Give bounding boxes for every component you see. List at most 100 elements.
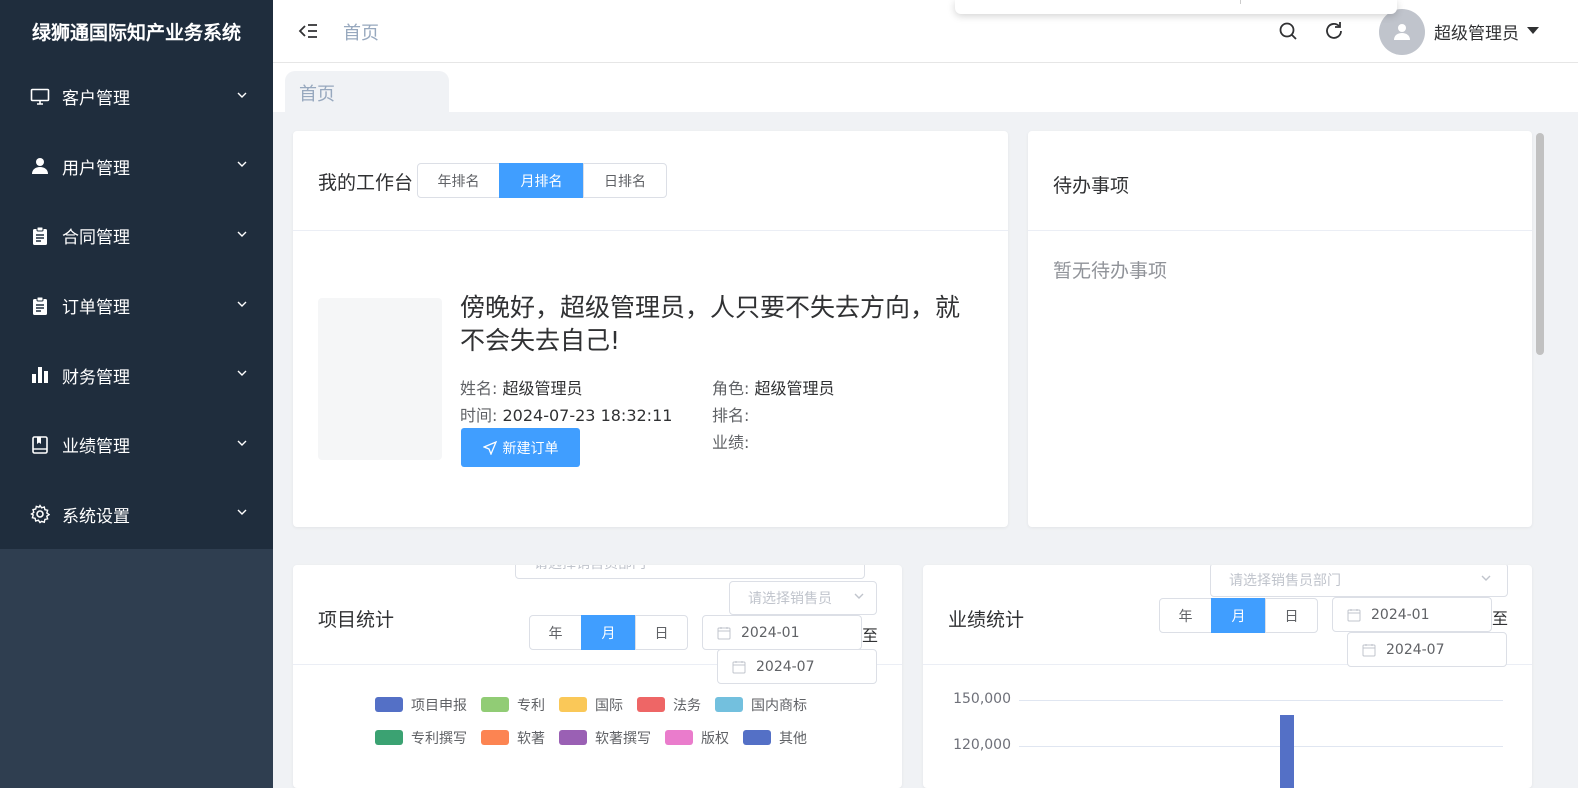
time-label: 时间: [460, 406, 498, 425]
tags-view: 首页 [273, 63, 1578, 113]
user-icon [30, 156, 50, 176]
legend-swatch [715, 697, 743, 712]
legend-item[interactable]: 法务 [637, 688, 701, 721]
legend-label: 专利撰写 [411, 730, 467, 747]
calendar-icon [1362, 643, 1376, 656]
tab-month-rank[interactable]: 月排名 [499, 163, 584, 198]
calendar-icon [717, 626, 731, 639]
app-logo-title: 绿狮通国际知产业务系统 [0, 0, 273, 62]
sidebar-item-label: 用户管理 [62, 158, 130, 179]
start-date-value: 2024-01 [1371, 606, 1430, 623]
sidebar-item-finance[interactable]: 财务管理 [0, 340, 273, 410]
chevron-down-icon [1481, 575, 1491, 581]
legend-item[interactable]: 项目申报 [375, 688, 467, 721]
legend-item[interactable]: 国内商标 [715, 688, 807, 721]
legend-item[interactable]: 其他 [743, 721, 807, 754]
sidebar-item-customer[interactable]: 客户管理 [0, 62, 273, 132]
role-value: 超级管理员 [754, 379, 835, 398]
dept-select-placeholder: 请选择销售员部门 [1229, 573, 1341, 589]
bar-chart-icon [30, 365, 50, 385]
performance-dept-select[interactable]: 请选择销售员部门 [1210, 565, 1508, 597]
project-end-date[interactable]: 2024-07 [717, 649, 877, 684]
menu-fold-icon[interactable] [297, 20, 319, 42]
date-range-separator: 至 [862, 626, 879, 645]
caret-down-icon[interactable] [1527, 27, 1539, 34]
dept-select-placeholder: 请选择销售员部门 [534, 565, 646, 573]
clipboard-icon [30, 296, 50, 316]
send-icon [482, 440, 497, 455]
legend-label: 法务 [673, 697, 701, 714]
ranking-tabs: 年排名 月排名 日排名 [417, 163, 667, 198]
user-name[interactable]: 超级管理员 [1434, 19, 1519, 44]
tab-month[interactable]: 月 [581, 615, 636, 650]
chevron-down-icon [838, 565, 848, 566]
performance-end-date[interactable]: 2024-07 [1347, 632, 1507, 667]
chevron-down-icon [237, 301, 247, 307]
sidebar: 绿狮通国际知产业务系统 客户管理 用户管理 合同管理 订单管理 财务管理 业绩管… [0, 0, 273, 788]
legend-item[interactable]: 软著撰写 [559, 721, 651, 754]
chevron-down-icon [237, 509, 247, 516]
greeting-text: 傍晚好，超级管理员，人只要不失去方向，就不会失去自己! [460, 293, 961, 355]
legend-label: 软著撰写 [595, 730, 651, 747]
legend-swatch [559, 697, 587, 712]
breadcrumb[interactable]: 首页 [343, 19, 379, 45]
tab-year[interactable]: 年 [1159, 598, 1212, 633]
tab-day[interactable]: 日 [1265, 598, 1318, 633]
legend-item[interactable]: 版权 [665, 721, 729, 754]
tab-month[interactable]: 月 [1211, 598, 1266, 633]
performance-stats-title: 业绩统计 [948, 609, 1025, 631]
legend-item[interactable]: 软著 [481, 721, 545, 754]
performance-start-date[interactable]: 2024-01 [1332, 597, 1492, 632]
time-info: 时间: 2024-07-23 18:32:11 [460, 402, 672, 426]
sidebar-item-label: 客户管理 [62, 89, 130, 110]
sidebar-item-label: 财务管理 [62, 367, 130, 388]
refresh-icon[interactable] [1323, 20, 1345, 42]
name-value: 超级管理员 [502, 379, 583, 398]
search-icon[interactable] [1277, 20, 1299, 42]
legend-item[interactable]: 专利撰写 [375, 721, 467, 754]
legend-label: 专利 [517, 697, 545, 714]
project-stats-card: 项目统计 请选择销售员部门 请选择销售员 年 月 日 2024-01 至 202… [293, 565, 902, 788]
tab-day-rank[interactable]: 日排名 [583, 163, 667, 198]
end-date-value: 2024-07 [756, 658, 815, 675]
legend-item[interactable]: 专利 [481, 688, 545, 721]
sidebar-item-contracts[interactable]: 合同管理 [0, 201, 273, 271]
sidebar-item-performance[interactable]: 业绩管理 [0, 410, 273, 480]
tab-home[interactable]: 首页 [285, 71, 449, 113]
chevron-down-icon [854, 593, 864, 599]
legend-label: 国内商标 [751, 697, 807, 714]
grid-line [1019, 746, 1503, 747]
sidebar-item-settings[interactable]: 系统设置 [0, 480, 273, 550]
project-stats-title: 项目统计 [318, 609, 395, 631]
project-sales-select[interactable]: 请选择销售员 [729, 581, 877, 615]
sidebar-item-orders[interactable]: 订单管理 [0, 271, 273, 341]
start-date-value: 2024-01 [741, 624, 800, 641]
chevron-down-icon [237, 161, 247, 168]
tab-day[interactable]: 日 [635, 615, 688, 650]
todo-title: 待办事项 [1053, 175, 1130, 197]
chevron-down-icon [237, 440, 247, 446]
todo-card: 待办事项 暂无待办事项 [1028, 131, 1532, 527]
project-period-tabs: 年 月 日 [529, 615, 688, 650]
legend-item[interactable]: 国际 [559, 688, 623, 721]
scrollbar-thumb[interactable] [1536, 133, 1544, 355]
todo-empty-text: 暂无待办事项 [1053, 260, 1168, 282]
chevron-down-icon [237, 231, 247, 237]
performance-label: 业绩: [712, 433, 750, 452]
tab-year-rank[interactable]: 年排名 [417, 163, 500, 198]
dropdown-popover [955, 0, 1397, 14]
calendar-icon [732, 660, 746, 673]
avatar[interactable] [1379, 9, 1425, 55]
y-tick-label: 120,000 [953, 737, 1011, 753]
project-start-date[interactable]: 2024-01 [702, 615, 862, 650]
chart-bar[interactable] [1280, 715, 1294, 788]
project-dept-select[interactable]: 请选择销售员部门 [515, 565, 865, 579]
project-stats-header: 项目统计 请选择销售员部门 请选择销售员 年 月 日 2024-01 至 202… [293, 565, 902, 684]
sidebar-item-users[interactable]: 用户管理 [0, 132, 273, 202]
new-order-button[interactable]: 新建订单 [461, 428, 580, 467]
grid-line [1019, 700, 1503, 701]
tab-year[interactable]: 年 [529, 615, 582, 650]
new-order-label: 新建订单 [502, 440, 559, 457]
chevron-down-icon [237, 92, 247, 98]
sidebar-item-label: 系统设置 [62, 506, 130, 527]
